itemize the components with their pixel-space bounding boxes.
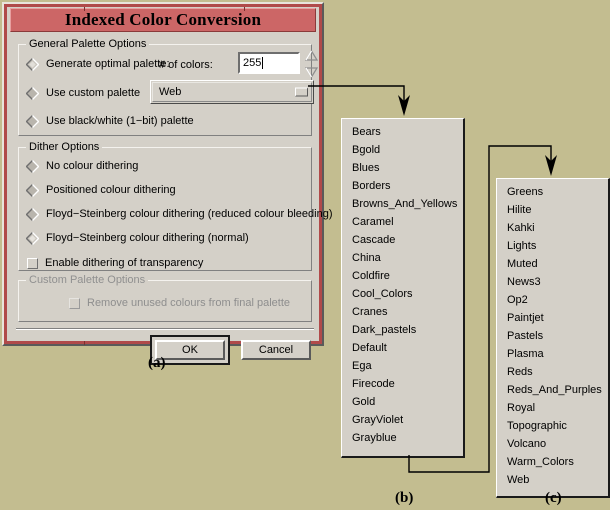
indexed-color-conversion-dialog: Indexed Color Conversion General Palette… <box>2 2 324 346</box>
checkbox-label: Remove unused colours from final palette <box>87 297 290 310</box>
list-item[interactable]: Cascade <box>342 231 463 249</box>
radio-use-custom-palette[interactable]: Use custom palette <box>26 86 140 100</box>
list-item[interactable]: Reds <box>497 363 608 381</box>
checkbox-remove-unused-colours: Remove unused colours from final palette <box>69 296 290 310</box>
arrowhead-down-icon <box>398 95 410 116</box>
palette-dropdown-list-b[interactable]: Bears Bgold Blues Borders Browns_And_Yel… <box>341 118 465 458</box>
list-item[interactable]: Firecode <box>342 375 463 393</box>
caption-b: (b) <box>395 490 413 507</box>
dialog-titlebar: Indexed Color Conversion <box>10 8 316 32</box>
radio-label: No colour dithering <box>46 160 138 173</box>
list-item[interactable]: Ega <box>342 357 463 375</box>
radio-diamond-icon <box>26 87 39 100</box>
list-item[interactable]: Bgold <box>342 141 463 159</box>
list-item[interactable]: Op2 <box>497 291 608 309</box>
text-caret <box>262 57 263 69</box>
list-item[interactable]: Plasma <box>497 345 608 363</box>
num-colors-stepper[interactable] <box>305 50 318 78</box>
list-item[interactable]: News3 <box>497 273 608 291</box>
ok-button[interactable]: OK <box>155 340 225 360</box>
list-item[interactable]: Greens <box>497 183 608 201</box>
list-item[interactable]: Reds_And_Purples <box>497 381 608 399</box>
list-item[interactable]: Bears <box>342 123 463 141</box>
palette-combo-value: Web <box>159 86 181 98</box>
dialog-body: General Palette Options Generate optimal… <box>10 34 316 339</box>
list-item[interactable]: Grayblue <box>342 429 463 447</box>
checkbox-icon <box>69 298 80 309</box>
radio-use-black-white-palette[interactable]: Use black/white (1−bit) palette <box>26 114 194 128</box>
button-bar-separator <box>16 328 314 330</box>
list-item[interactable]: Cool_Colors <box>342 285 463 303</box>
arrowhead-down-icon <box>545 155 557 176</box>
list-item[interactable]: Warm_Colors <box>497 453 608 471</box>
custom-palette-options-title: Custom Palette Options <box>26 274 148 286</box>
list-item[interactable]: Caramel <box>342 213 463 231</box>
list-item[interactable]: GrayViolet <box>342 411 463 429</box>
radio-diamond-icon <box>26 208 39 221</box>
list-item[interactable]: Gold <box>342 393 463 411</box>
radio-floyd-steinberg-reduced-bleeding[interactable]: Floyd−Steinberg colour dithering (reduce… <box>26 207 332 221</box>
list-item[interactable]: Default <box>342 339 463 357</box>
checkbox-icon <box>27 258 38 269</box>
list-item[interactable]: Pastels <box>497 327 608 345</box>
list-item[interactable]: Dark_pastels <box>342 321 463 339</box>
list-item[interactable]: Muted <box>497 255 608 273</box>
list-item[interactable]: Lights <box>497 237 608 255</box>
list-item[interactable]: Coldfire <box>342 267 463 285</box>
list-item[interactable]: Volcano <box>497 435 608 453</box>
general-palette-options-title: General Palette Options <box>26 38 149 50</box>
radio-diamond-icon <box>26 160 39 173</box>
list-item[interactable]: Browns_And_Yellows <box>342 195 463 213</box>
frame-tick-mark <box>84 7 85 11</box>
palette-combo-dropdown-button[interactable] <box>295 88 308 97</box>
list-item[interactable]: Hilite <box>497 201 608 219</box>
radio-label: Floyd−Steinberg colour dithering (reduce… <box>46 208 332 221</box>
palette-dropdown-list-c[interactable]: Greens Hilite Kahki Lights Muted News3 O… <box>496 178 610 498</box>
list-item[interactable]: Borders <box>342 177 463 195</box>
radio-diamond-icon <box>26 184 39 197</box>
radio-label: Floyd−Steinberg colour dithering (normal… <box>46 232 249 245</box>
list-item[interactable]: Topographic <box>497 417 608 435</box>
radio-label: Use black/white (1−bit) palette <box>46 115 194 128</box>
radio-diamond-icon <box>26 115 39 128</box>
num-colors-label: # of colors: <box>159 59 213 72</box>
dialog-title: Indexed Color Conversion <box>65 10 261 30</box>
radio-diamond-selected-icon <box>26 58 39 71</box>
radio-floyd-steinberg-normal[interactable]: Floyd−Steinberg colour dithering (normal… <box>26 231 249 245</box>
caption-a: (a) <box>148 355 166 372</box>
num-colors-value: 255 <box>243 57 261 69</box>
list-item[interactable]: Paintjet <box>497 309 608 327</box>
radio-label: Generate optimal palette: <box>46 58 170 71</box>
ok-button-label: OK <box>182 344 198 356</box>
cancel-button[interactable]: Cancel <box>241 340 311 360</box>
radio-label: Positioned colour dithering <box>46 184 176 197</box>
list-item[interactable]: Kahki <box>497 219 608 237</box>
checkbox-enable-dithering-of-transparency[interactable]: Enable dithering of transparency <box>27 256 203 270</box>
list-item[interactable]: China <box>342 249 463 267</box>
radio-generate-optimal-palette[interactable]: Generate optimal palette: <box>26 57 170 71</box>
dither-options-title: Dither Options <box>26 141 102 153</box>
radio-no-colour-dithering[interactable]: No colour dithering <box>26 159 138 173</box>
num-colors-input[interactable]: 255 <box>238 52 300 74</box>
palette-combo-box[interactable]: Web <box>150 80 314 104</box>
radio-diamond-selected-icon <box>26 232 39 245</box>
frame-tick-mark <box>244 7 245 11</box>
list-item[interactable]: Royal <box>497 399 608 417</box>
list-item[interactable]: Blues <box>342 159 463 177</box>
frame-tick-mark <box>84 341 85 345</box>
caption-c: (c) <box>545 490 562 507</box>
list-item[interactable]: Cranes <box>342 303 463 321</box>
checkbox-label: Enable dithering of transparency <box>45 257 203 270</box>
list-item[interactable]: Web <box>497 471 608 489</box>
radio-label: Use custom palette <box>46 87 140 100</box>
cancel-button-label: Cancel <box>259 344 293 356</box>
radio-positioned-colour-dithering[interactable]: Positioned colour dithering <box>26 183 176 197</box>
